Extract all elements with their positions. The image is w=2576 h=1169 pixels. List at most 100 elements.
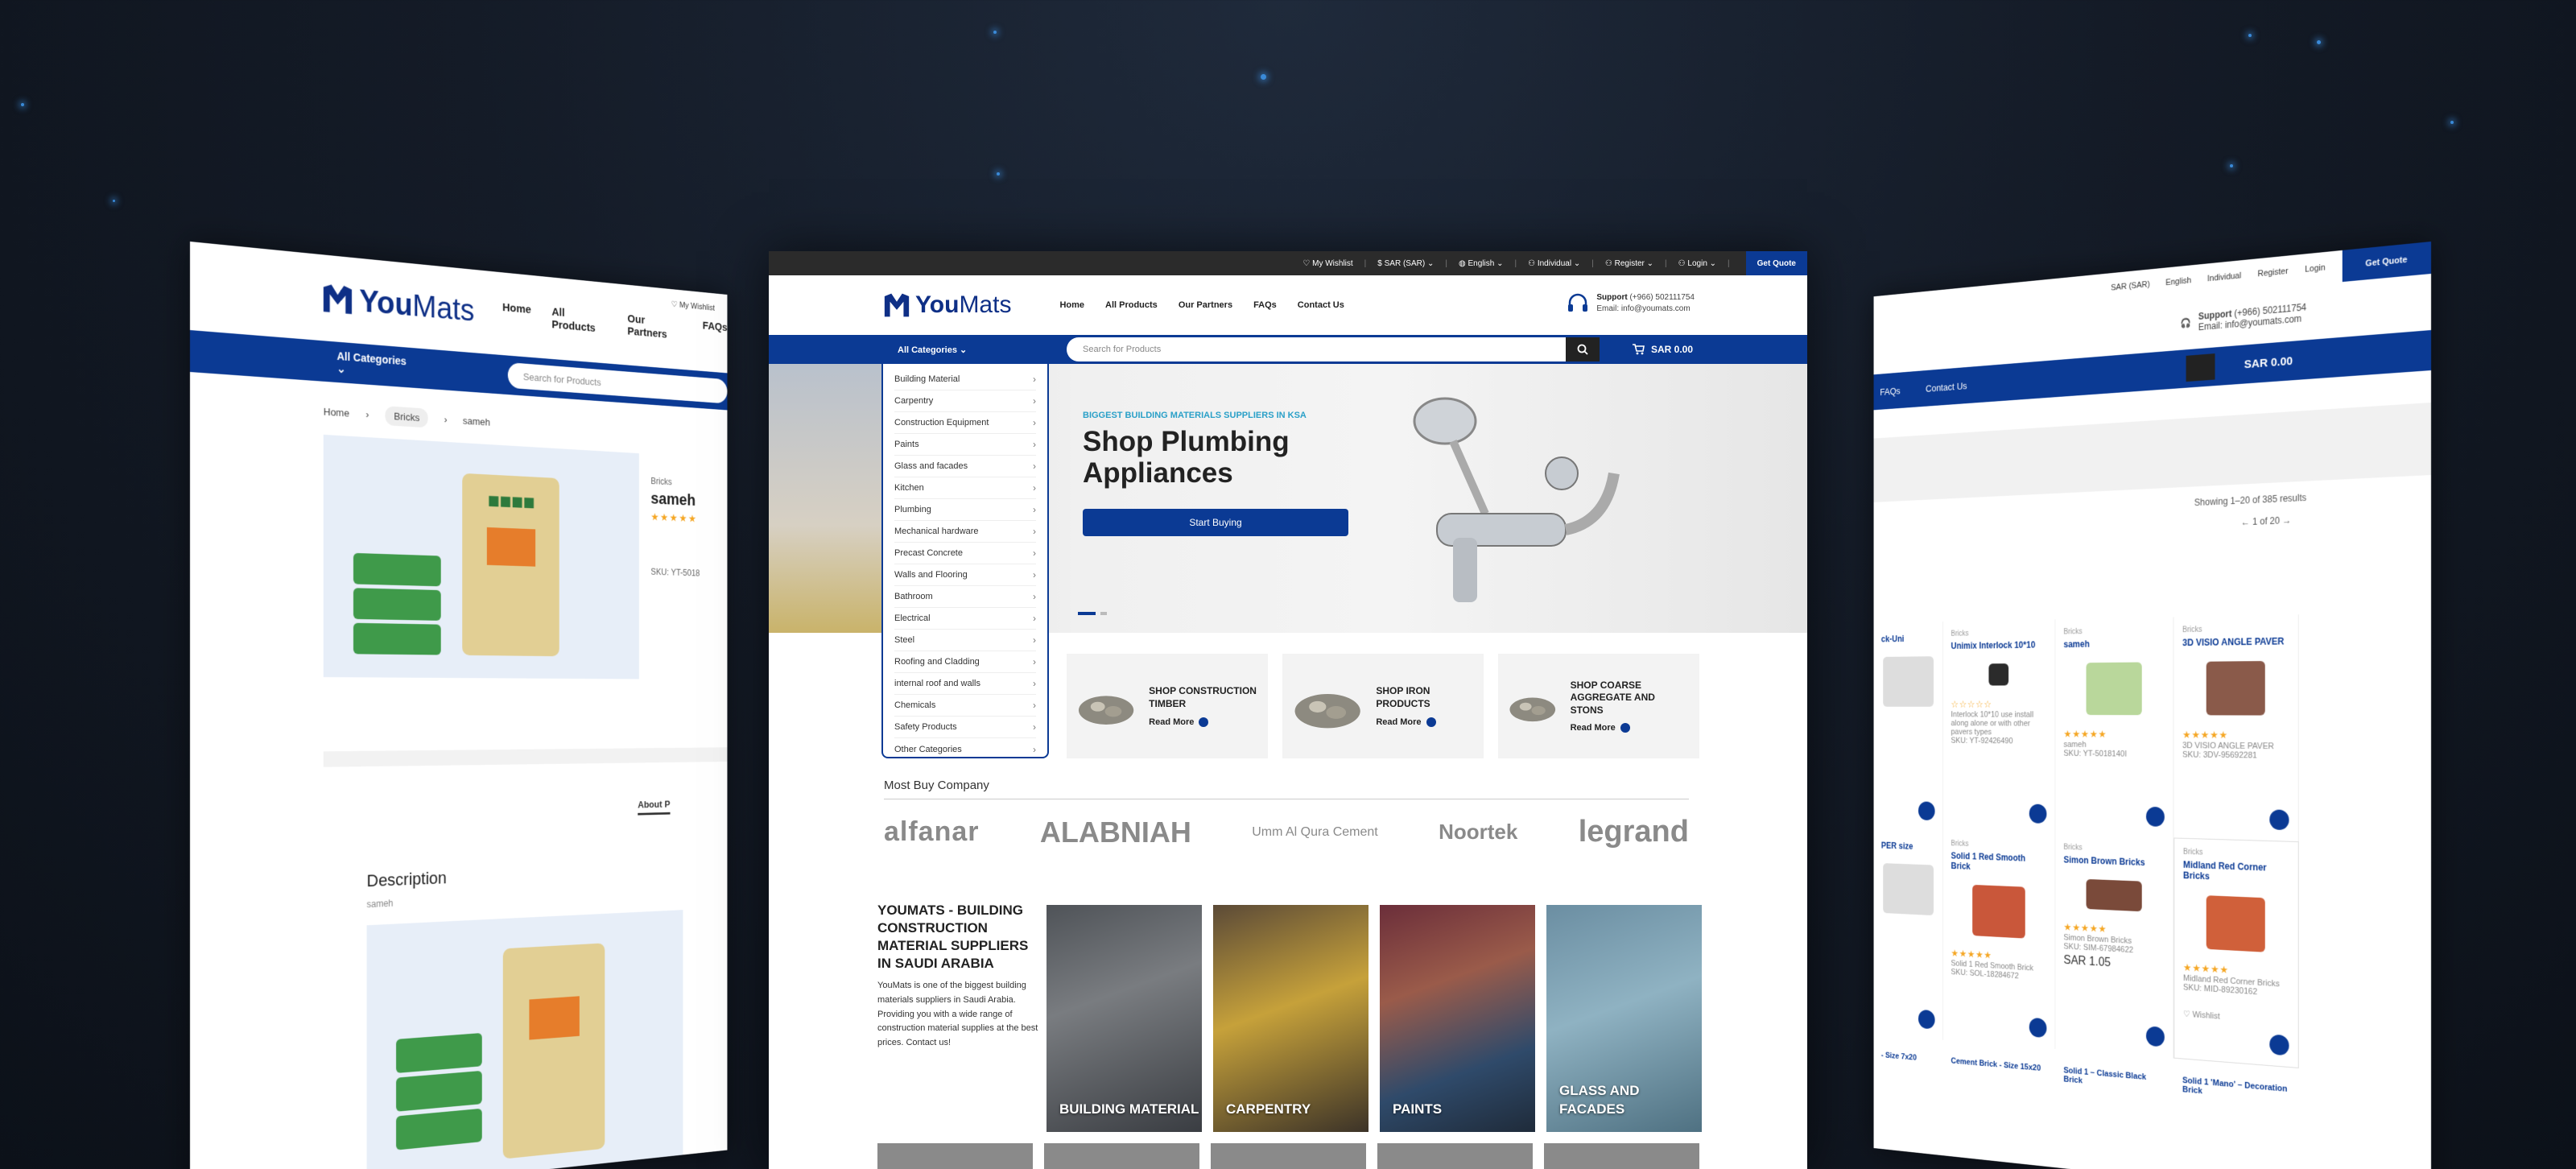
- account-type-select[interactable]: Individual: [2207, 271, 2241, 283]
- category-item[interactable]: Kitchen ›: [894, 477, 1036, 499]
- category-tile[interactable]: CARPENTRY: [1213, 905, 1368, 1132]
- nav-contact[interactable]: Contact Us: [1926, 380, 1967, 394]
- chevron-right-icon: ›: [1033, 395, 1036, 407]
- right-category-page: SAR (SAR) English Individual Register Lo…: [1795, 242, 2431, 1169]
- youmats-logo[interactable]: YouMats: [322, 280, 474, 328]
- read-more-link[interactable]: Read More: [1571, 723, 1690, 733]
- nav-all-products[interactable]: All Products: [1105, 300, 1158, 310]
- register-link[interactable]: ⚇ Register ⌄: [1605, 259, 1653, 268]
- brand-logo[interactable]: Noortek: [1439, 820, 1517, 845]
- tab-about[interactable]: About P: [638, 798, 671, 816]
- carousel-dots[interactable]: [1078, 612, 1107, 615]
- chevron-right-icon: ›: [1033, 482, 1036, 494]
- brand-logo[interactable]: legrand: [1579, 815, 1689, 849]
- promo-card[interactable]: SHOP COARSE AGGREGATE AND STONS Read More: [1498, 654, 1699, 758]
- breadcrumb-bricks[interactable]: Bricks: [385, 406, 429, 428]
- nav-faqs[interactable]: FAQs: [1253, 300, 1277, 310]
- wishlist-link[interactable]: ♡ Wishlist: [2183, 1009, 2289, 1026]
- category-tile[interactable]: PAINTS: [1380, 905, 1535, 1132]
- category-item[interactable]: Carpentry ›: [894, 390, 1036, 412]
- product-card[interactable]: ck-Uni: [1873, 622, 1943, 831]
- brand-logo[interactable]: Umm Al Qura Cement: [1252, 825, 1377, 840]
- category-item[interactable]: Precast Concrete ›: [894, 543, 1036, 564]
- login-link[interactable]: Login: [2305, 263, 2325, 275]
- category-item[interactable]: Walls and Flooring ›: [894, 564, 1036, 586]
- chevron-right-icon: ›: [1033, 439, 1036, 450]
- read-more-link[interactable]: Read More: [1376, 717, 1474, 727]
- account-type-select[interactable]: ⚇ Individual ⌄: [1528, 259, 1580, 268]
- category-tile[interactable]: BUILDING MATERIAL: [1046, 905, 1202, 1132]
- category-item[interactable]: Plumbing ›: [894, 499, 1036, 521]
- headset-icon: 🎧: [2180, 316, 2191, 329]
- wishlist-link[interactable]: ♡ My Wishlist: [671, 299, 715, 313]
- chevron-right-icon: ›: [1033, 656, 1036, 667]
- promo-card[interactable]: SHOP CONSTRUCTION TIMBER Read More: [1067, 654, 1268, 758]
- product-card[interactable]: Bricks Simon Brown Bricks ★★★★★ Simon Brown…: [2055, 834, 2174, 1059]
- category-tile[interactable]: [1211, 1143, 1366, 1169]
- category-item[interactable]: Bathroom ›: [894, 586, 1036, 608]
- nav-faqs[interactable]: FAQs: [703, 320, 728, 346]
- all-categories-button[interactable]: All Categories ⌄: [337, 349, 416, 381]
- brand-logo[interactable]: alfanar: [884, 816, 980, 848]
- all-categories-button[interactable]: All Categories ⌄: [881, 345, 1067, 355]
- category-tile[interactable]: GLASS AND FACADES: [1546, 905, 1702, 1132]
- category-item[interactable]: Paints ›: [894, 434, 1036, 456]
- get-quote-button[interactable]: Get Quote: [1745, 251, 1807, 275]
- start-buying-button[interactable]: Start Buying: [1083, 509, 1348, 536]
- search-button[interactable]: [2186, 353, 2215, 382]
- about-section: YOUMATS - BUILDING CONSTRUCTION MATERIAL…: [877, 902, 1038, 1050]
- login-link[interactable]: ⚇ Login ⌄: [1678, 259, 1716, 268]
- category-item[interactable]: Mechanical hardware ›: [894, 521, 1036, 543]
- youmats-logo[interactable]: YouMats: [883, 291, 1011, 319]
- brand-logo[interactable]: ALABNIAH: [1040, 816, 1191, 849]
- category-item[interactable]: Chemicals ›: [894, 695, 1036, 717]
- category-item[interactable]: Roofing and Cladding ›: [894, 651, 1036, 673]
- category-item[interactable]: Construction Equipment ›: [894, 412, 1036, 434]
- hero-worker-image: [769, 364, 890, 633]
- category-tile[interactable]: [1544, 1143, 1699, 1169]
- left-product-page: YouMats Home All Products Our Partners F…: [190, 242, 802, 1169]
- nav-our-partners[interactable]: Our Partners: [1179, 300, 1232, 310]
- category-item[interactable]: Safety Products ›: [894, 717, 1036, 738]
- product-card[interactable]: Bricks Midland Red Corner Bricks ★★★★★ Midl…: [2174, 837, 2299, 1068]
- nav-home[interactable]: Home: [1059, 300, 1084, 310]
- product-image[interactable]: ■■■■: [323, 434, 639, 680]
- search-input[interactable]: Search for Products: [1067, 337, 1566, 361]
- language-select[interactable]: English: [2165, 276, 2191, 287]
- breadcrumb-home[interactable]: Home: [324, 406, 349, 419]
- product-card[interactable]: Bricks Unimix Interlock 10*10 ☆☆☆☆☆ Interlo…: [1942, 619, 2056, 835]
- chevron-right-icon: ›: [1033, 417, 1036, 428]
- category-item[interactable]: internal roof and walls ›: [894, 673, 1036, 695]
- read-more-link[interactable]: Read More: [1149, 717, 1258, 727]
- category-item[interactable]: Electrical ›: [894, 608, 1036, 630]
- category-item[interactable]: Other Categories ›: [894, 738, 1036, 760]
- product-card[interactable]: Bricks Solid 1 Red Smooth Brick ★★★★★ Solid…: [1942, 830, 2056, 1049]
- categories-menu: Building Material › Carpentry › Constructi…: [881, 364, 1049, 758]
- product-card[interactable]: PER size: [1873, 828, 1943, 1040]
- wishlist-link[interactable]: ♡ My Wishlist: [1302, 259, 1352, 268]
- category-tile[interactable]: [1044, 1143, 1199, 1169]
- category-item[interactable]: Glass and facades ›: [894, 456, 1036, 477]
- promo-card[interactable]: SHOP IRON PRODUCTS Read More: [1282, 654, 1484, 758]
- category-item[interactable]: Steel ›: [894, 630, 1036, 651]
- category-tile[interactable]: [877, 1143, 1033, 1169]
- nav-home[interactable]: Home: [502, 301, 531, 329]
- category-item[interactable]: Building Material ›: [894, 369, 1036, 390]
- nav-faqs[interactable]: FAQs: [1880, 385, 1900, 397]
- language-select[interactable]: ◍ English ⌄: [1459, 259, 1504, 268]
- category-tile[interactable]: [1377, 1143, 1533, 1169]
- currency-select[interactable]: SAR (SAR): [2111, 280, 2149, 293]
- category-search-bar: All Categories ⌄ Search for Products SAR…: [769, 335, 1807, 364]
- chevron-right-icon: ›: [1033, 547, 1036, 559]
- search-button[interactable]: [1566, 337, 1600, 361]
- nav-contact-us[interactable]: Contact Us: [1298, 300, 1344, 310]
- product-card[interactable]: Bricks sameh ★★★★★ sameh SKU: YT-5018140I: [2055, 617, 2174, 838]
- product-card[interactable]: Bricks 3D VISIO ANGLE PAVER ★★★★★ 3D VISIO …: [2174, 614, 2299, 842]
- register-link[interactable]: Register: [2257, 266, 2288, 279]
- logo-mark-icon: [323, 283, 353, 315]
- currency-select[interactable]: $ SAR (SAR) ⌄: [1377, 259, 1434, 268]
- cart-total[interactable]: SAR 0.00: [2244, 354, 2293, 371]
- cart-button[interactable]: SAR 0.00: [1632, 344, 1693, 355]
- nav-all-products[interactable]: All Products: [551, 306, 608, 336]
- nav-our-partners[interactable]: Our Partners: [627, 312, 683, 342]
